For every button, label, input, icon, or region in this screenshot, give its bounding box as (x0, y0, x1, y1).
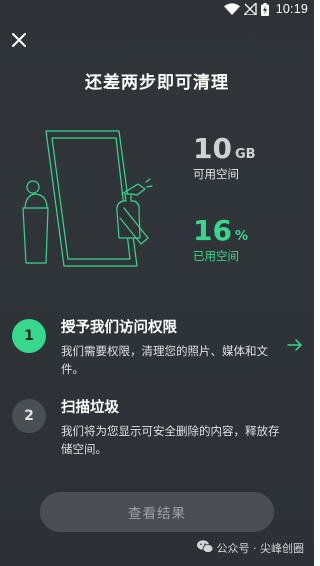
view-results-button[interactable]: 查看结果 (40, 492, 274, 532)
free-storage-stat: 10 GB 可用空间 (193, 134, 256, 182)
free-storage-unit: GB (234, 147, 256, 162)
step-scan-junk: 2 扫描垃圾 我们将为您显示可安全删除的内容，释放存储空间。 (12, 398, 304, 458)
used-storage-label: 已用空间 (193, 249, 239, 263)
step-number-badge: 2 (12, 399, 46, 433)
used-storage-stat: 16% 已用空间 (193, 216, 248, 264)
used-storage-unit: % (234, 229, 248, 244)
close-icon (12, 32, 26, 51)
step-title: 授予我们访问权限 (61, 320, 177, 336)
free-storage-label: 可用空间 (193, 167, 239, 181)
page-title: 还差两步即可清理 (85, 73, 229, 93)
step-number-badge: 1 (12, 319, 46, 353)
no-signal-icon (243, 3, 257, 15)
step-text: 授予我们访问权限 我们需要权限，清理您的照片、媒体和文件。 (61, 318, 281, 378)
watermark: 公众号 · 尖峰创圈 (196, 540, 305, 556)
step-description: 我们将为您显示可安全删除的内容，释放存储空间。 (61, 424, 280, 456)
permission-screen: 10:19 还差两步即可清理 10 GB 可用空间 16 % 已用空间 1 授予… (0, 0, 314, 566)
step-grant-permission[interactable]: 1 授予我们访问权限 我们需要权限，清理您的照片、媒体和文件。 (12, 318, 304, 378)
arrow-right-icon[interactable] (286, 336, 304, 354)
wechat-icon (196, 540, 213, 556)
phone-cleaning-illustration (16, 128, 166, 278)
used-storage-value: 16 (193, 214, 232, 247)
step-title: 扫描垃圾 (61, 400, 119, 416)
wifi-icon (223, 3, 240, 15)
step-description: 我们需要权限，清理您的照片、媒体和文件。 (61, 344, 268, 376)
battery-charging-icon (260, 2, 269, 16)
status-time: 10:19 (275, 2, 308, 16)
watermark-text: 公众号 · 尖峰创圈 (216, 542, 305, 555)
step-text: 扫描垃圾 我们将为您显示可安全删除的内容，释放存储空间。 (61, 398, 281, 458)
close-button[interactable] (8, 30, 30, 52)
status-bar: 10:19 (0, 0, 314, 18)
free-storage-value: 10 (193, 132, 232, 165)
